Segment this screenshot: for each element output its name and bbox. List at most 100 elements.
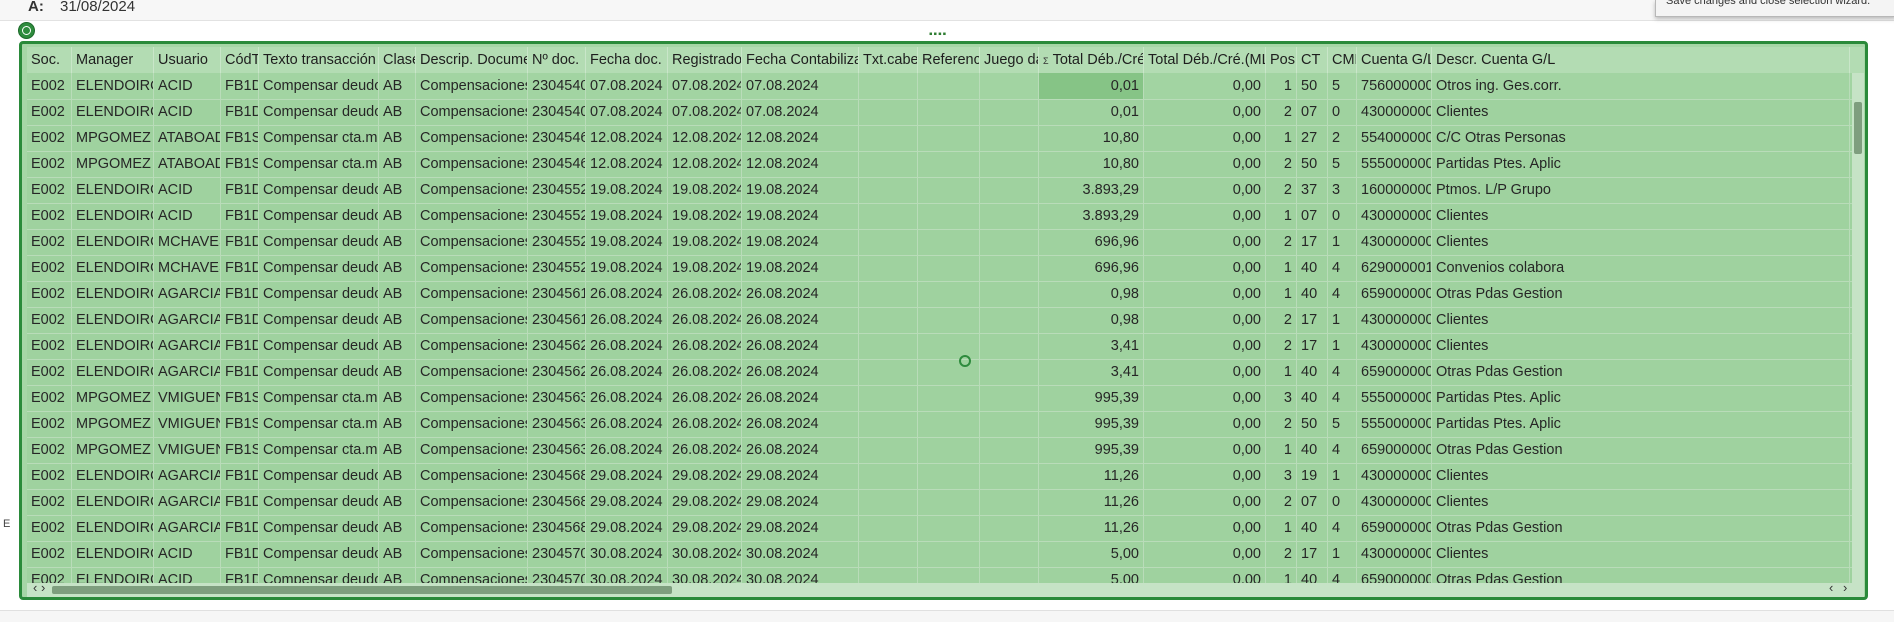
cell-cuenta-gl[interactable]: 6290000011 xyxy=(1357,255,1432,281)
cell-cme[interactable]: 1 xyxy=(1328,541,1357,567)
cell-clase[interactable]: AB xyxy=(379,281,416,307)
cell-descrip-documento[interactable]: Compensaciones xyxy=(416,99,528,125)
cell-juego-dat[interactable] xyxy=(980,437,1039,463)
cell-usuario[interactable]: ACID xyxy=(154,73,221,99)
column-header-cme[interactable]: CME xyxy=(1328,47,1357,73)
cell-fecha-doc[interactable]: 26.08.2024 xyxy=(586,411,668,437)
cell-txt-cabec[interactable] xyxy=(859,177,918,203)
cell-fecha-doc[interactable]: 07.08.2024 xyxy=(586,73,668,99)
cell-descr-cuenta-gl[interactable]: Ptmos. L/P Grupo xyxy=(1432,177,1850,203)
cell-texto-transaccion[interactable]: Compensar deudor xyxy=(259,567,379,583)
cell-texto-transaccion[interactable]: Compensar deudor xyxy=(259,359,379,385)
cell-total-deb-cred-ml3[interactable]: 0,00 xyxy=(1144,437,1266,463)
horizontal-scroll-thumb[interactable] xyxy=(52,586,672,594)
cell-cuenta-gl[interactable]: 6590000001 xyxy=(1357,567,1432,583)
cell-fecha-contabilizacion[interactable]: 26.08.2024 xyxy=(742,281,859,307)
cell-referencia[interactable] xyxy=(918,567,980,583)
cell-referencia[interactable] xyxy=(918,229,980,255)
cell-fecha-doc[interactable]: 29.08.2024 xyxy=(586,515,668,541)
cell-descrip-documento[interactable]: Compensaciones xyxy=(416,567,528,583)
cell-usuario[interactable]: AGARCIA xyxy=(154,333,221,359)
cell-txt-cabec[interactable] xyxy=(859,281,918,307)
cell-num-doc[interactable]: 23045703 xyxy=(528,541,586,567)
cell-texto-transaccion[interactable]: Compensar deudor xyxy=(259,515,379,541)
cell-num-doc[interactable]: 23045634 xyxy=(528,385,586,411)
cell-codt[interactable]: FB1S xyxy=(221,385,259,411)
cell-cuenta-gl[interactable]: 6590000001 xyxy=(1357,281,1432,307)
cell-registrado-el[interactable]: 26.08.2024 xyxy=(668,385,742,411)
table-row[interactable]: E002 ELENDOIRO ACID FB1D Compensar deudor AB C… xyxy=(27,567,1864,583)
cell-descr-cuenta-gl[interactable]: Clientes xyxy=(1432,307,1850,333)
cell-descrip-documento[interactable]: Compensaciones xyxy=(416,385,528,411)
cell-manager[interactable]: MPGOMEZ xyxy=(72,437,154,463)
table-row[interactable]: E002 ELENDOIRO ACID FB1D Compensar deudor AB C… xyxy=(27,203,1864,230)
cell-total-deb-cred-ml3[interactable]: 0,00 xyxy=(1144,489,1266,515)
cell-manager[interactable]: MPGOMEZ xyxy=(72,385,154,411)
column-header-juego-dat[interactable]: Juego dat. xyxy=(980,47,1039,73)
cell-cme[interactable]: 0 xyxy=(1328,99,1357,125)
cell-manager[interactable]: ELENDOIRO xyxy=(72,515,154,541)
cell-soc[interactable]: E002 xyxy=(27,307,72,333)
cell-pos[interactable]: 2 xyxy=(1266,151,1297,177)
cell-manager[interactable]: ELENDOIRO xyxy=(72,73,154,99)
cell-txt-cabec[interactable] xyxy=(859,567,918,583)
cell-usuario[interactable]: VMIGUENS xyxy=(154,385,221,411)
cell-cuenta-gl[interactable]: 6590000001 xyxy=(1357,359,1432,385)
cell-descr-cuenta-gl[interactable]: Otros ing. Ges.corr. xyxy=(1432,73,1850,99)
cell-descr-cuenta-gl[interactable]: Partidas Ptes. Aplic xyxy=(1432,151,1850,177)
cell-juego-dat[interactable] xyxy=(980,541,1039,567)
cell-referencia[interactable] xyxy=(918,411,980,437)
cell-fecha-contabilizacion[interactable]: 19.08.2024 xyxy=(742,229,859,255)
cell-fecha-contabilizacion[interactable]: 26.08.2024 xyxy=(742,385,859,411)
cell-descr-cuenta-gl[interactable]: Clientes xyxy=(1432,99,1850,125)
cell-cuenta-gl[interactable]: 4300000001 xyxy=(1357,333,1432,359)
cell-txt-cabec[interactable] xyxy=(859,515,918,541)
table-row[interactable]: E002MPGOMEZATABOADAFB1SCompensar cta.may… xyxy=(27,125,1864,152)
cell-codt[interactable]: FB1S xyxy=(221,151,259,177)
cell-usuario[interactable]: ACID xyxy=(154,541,221,567)
cell-descr-cuenta-gl[interactable]: Otras Pdas Gestion xyxy=(1432,515,1850,541)
cell-registrado-el[interactable]: 29.08.2024 xyxy=(668,515,742,541)
cell-txt-cabec[interactable] xyxy=(859,125,918,151)
cell-total-deb-cred-ml3[interactable]: 0,00 xyxy=(1144,203,1266,229)
cell-usuario[interactable]: ATABOADA xyxy=(154,151,221,177)
cell-codt[interactable]: FB1D xyxy=(221,359,259,385)
cell-texto-transaccion[interactable]: Compensar deudor xyxy=(259,229,379,255)
cell-registrado-el[interactable]: 07.08.2024 xyxy=(668,99,742,125)
table-row[interactable]: E002 ELENDOIRO AGARCIA FB1D Compensar deudor… xyxy=(27,463,1864,490)
cell-soc[interactable]: E002 xyxy=(27,385,72,411)
cell-fecha-contabilizacion[interactable]: 29.08.2024 xyxy=(742,463,859,489)
cell-cuenta-gl[interactable]: 7560000001 xyxy=(1357,73,1432,99)
cell-usuario[interactable]: ACID xyxy=(154,567,221,583)
cell-registrado-el[interactable]: 29.08.2024 xyxy=(668,489,742,515)
cell-cme[interactable]: 0 xyxy=(1328,489,1357,515)
cell-juego-dat[interactable] xyxy=(980,99,1039,125)
cell-pos[interactable]: 2 xyxy=(1266,307,1297,333)
cell-soc[interactable]: E002 xyxy=(27,463,72,489)
cell-txt-cabec[interactable] xyxy=(859,411,918,437)
cell-descrip-documento[interactable]: Compensaciones xyxy=(416,359,528,385)
cell-cme[interactable]: 5 xyxy=(1328,73,1357,99)
cell-num-doc[interactable]: 23045520 xyxy=(528,203,586,229)
cell-manager[interactable]: ELENDOIRO xyxy=(72,333,154,359)
cell-soc[interactable]: E002 xyxy=(27,515,72,541)
cell-total-deb-cred[interactable]: 11,26 xyxy=(1039,515,1144,541)
cell-cme[interactable]: 4 xyxy=(1328,567,1357,583)
cell-fecha-doc[interactable]: 30.08.2024 xyxy=(586,541,668,567)
cell-texto-transaccion[interactable]: Compensar cta.may... xyxy=(259,151,379,177)
cell-manager[interactable]: ELENDOIRO xyxy=(72,281,154,307)
cell-clase[interactable]: AB xyxy=(379,359,416,385)
cell-ct[interactable]: 17 xyxy=(1297,229,1328,255)
column-header-descr-cuenta-gl[interactable]: Descr. Cuenta G/L xyxy=(1432,47,1850,73)
cell-soc[interactable]: E002 xyxy=(27,255,72,281)
cell-clase[interactable]: AB xyxy=(379,333,416,359)
cell-referencia[interactable] xyxy=(918,125,980,151)
cell-pos[interactable]: 1 xyxy=(1266,437,1297,463)
cell-cuenta-gl[interactable]: 1600000001 xyxy=(1357,177,1432,203)
cell-texto-transaccion[interactable]: Compensar cta.may... xyxy=(259,437,379,463)
table-row[interactable]: E002 ELENDOIRO ACID FB1D Compensar deudor AB C… xyxy=(27,177,1864,204)
cell-ct[interactable]: 50 xyxy=(1297,151,1328,177)
cell-cme[interactable]: 4 xyxy=(1328,281,1357,307)
cell-clase[interactable]: AB xyxy=(379,255,416,281)
cell-registrado-el[interactable]: 26.08.2024 xyxy=(668,333,742,359)
